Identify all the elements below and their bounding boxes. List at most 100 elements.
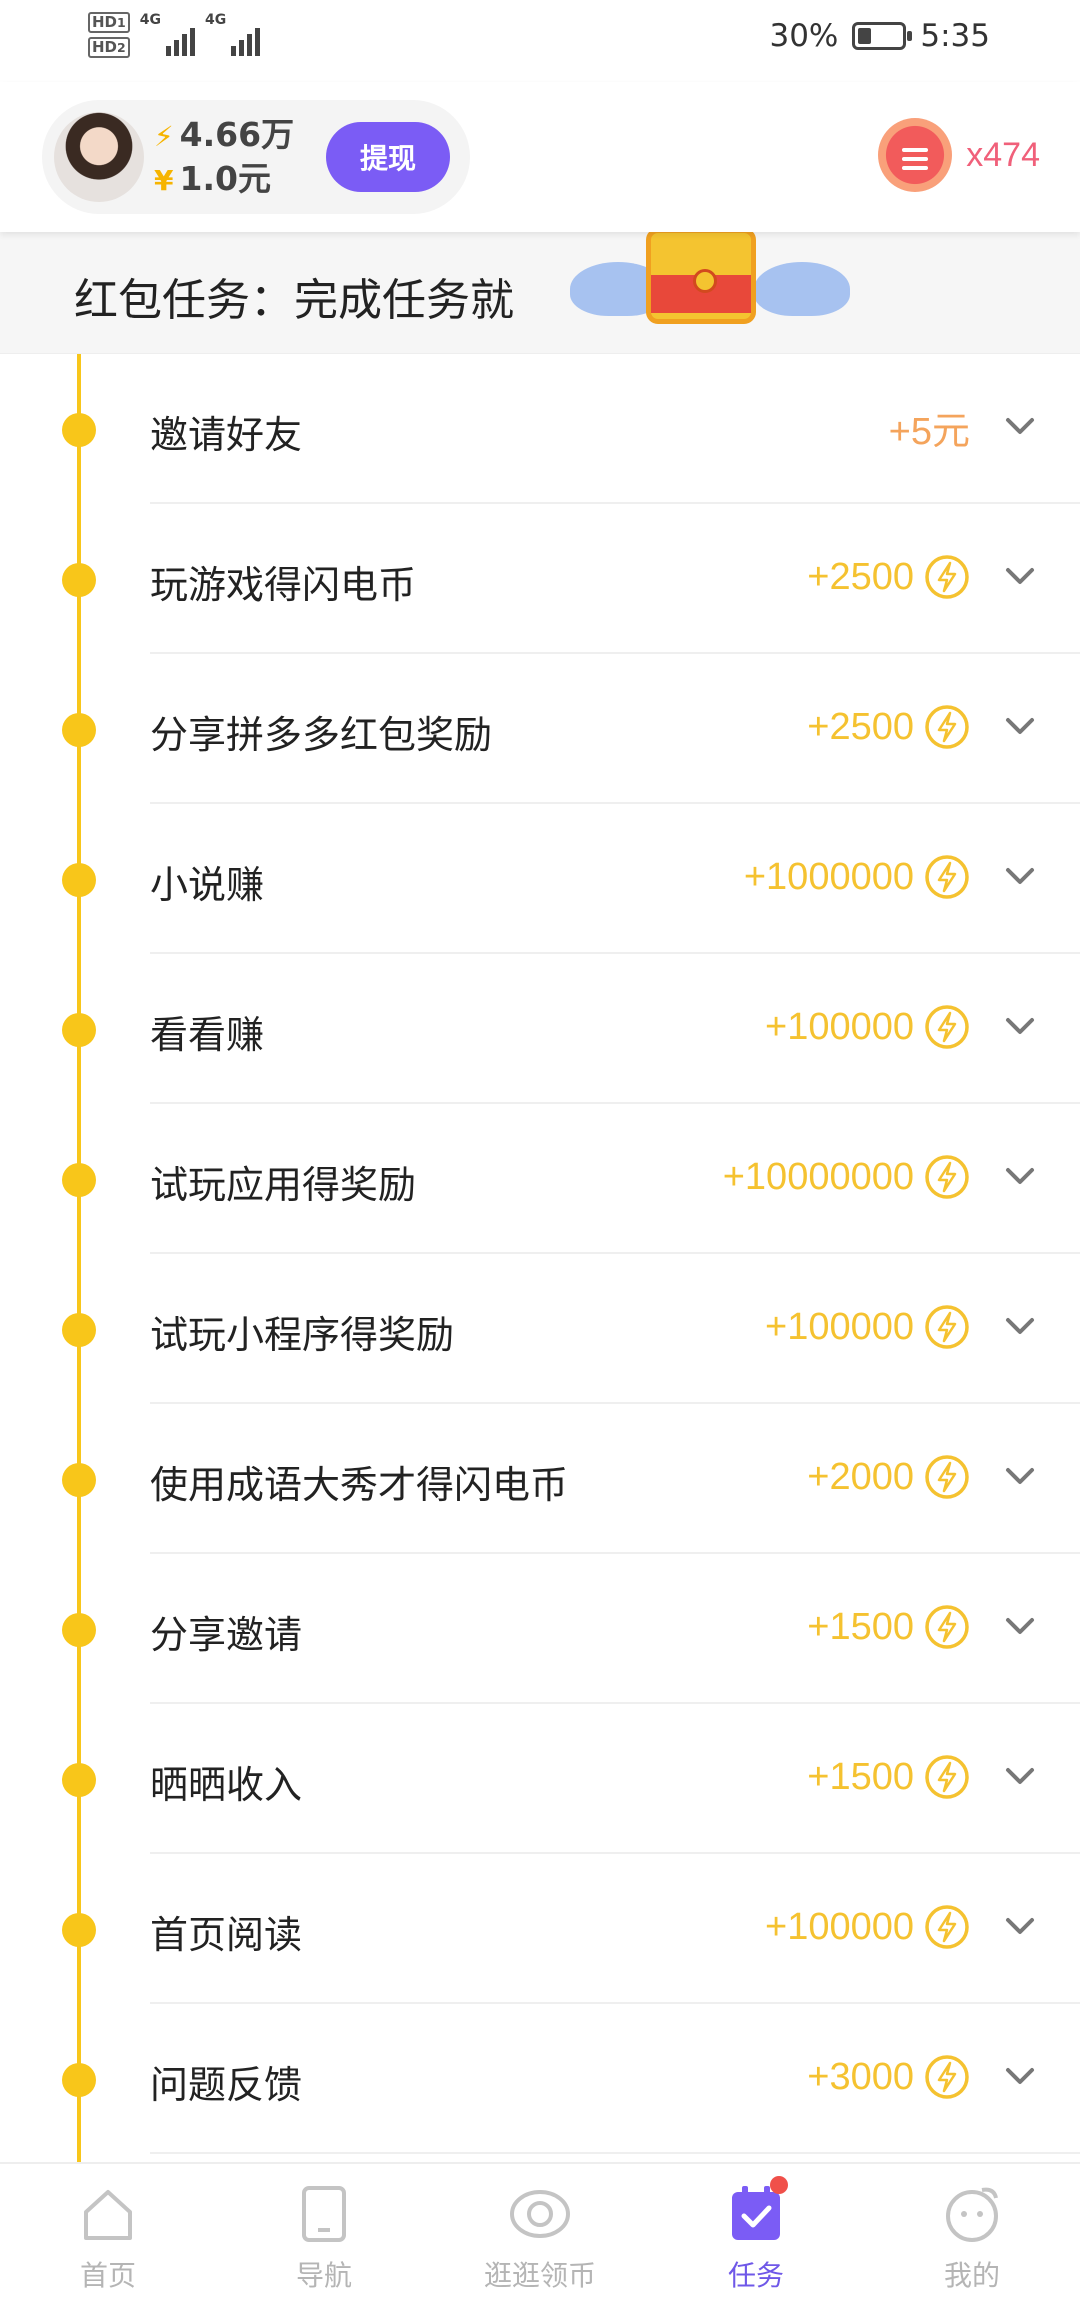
banner-title: 红包任务：完成任务就 xyxy=(74,275,514,326)
timeline-dot xyxy=(62,1763,96,1797)
clock: 5:35 xyxy=(920,18,990,54)
reward-value: +2500 xyxy=(807,705,914,748)
task-row[interactable]: 邀请好友 +5元 xyxy=(0,354,1080,504)
task-name: 邀请好友 xyxy=(150,413,303,457)
balance: ⚡ 4.66万 ¥1.0元 xyxy=(154,114,294,202)
nav-item-browse-coins[interactable]: 逛逛领币 xyxy=(432,2164,648,2312)
flying-treasure-chest-icon[interactable] xyxy=(570,228,850,332)
task-reward: +1500 xyxy=(807,1602,970,1652)
nav-item-navigation[interactable]: 导航 xyxy=(216,2164,432,2312)
chevron-down-icon[interactable] xyxy=(1002,408,1038,444)
cash-balance: ¥1.0元 xyxy=(154,159,271,198)
sim-badges: HD1 HD2 xyxy=(88,12,130,58)
eye-icon xyxy=(510,2190,570,2238)
task-row[interactable]: 小说赚 +1000000 xyxy=(0,804,1080,954)
task-row[interactable]: 分享邀请 +1500 xyxy=(0,1554,1080,1704)
reward-value: +1500 xyxy=(807,1755,914,1798)
status-bar: HD1 HD2 4G 4G 30% 5:35 xyxy=(0,0,1080,82)
reward-value: +100000 xyxy=(765,1005,914,1048)
lightning-coin-icon xyxy=(925,1905,969,1949)
status-right: 30% 5:35 xyxy=(769,18,990,54)
chevron-down-icon[interactable] xyxy=(1002,1758,1038,1794)
nav-item-home[interactable]: 首页 xyxy=(0,2164,216,2312)
box-count: x474 xyxy=(966,135,1040,174)
task-row[interactable]: 试玩小程序得奖励 +100000 xyxy=(0,1254,1080,1404)
sim1-badge: HD1 xyxy=(88,12,130,33)
home-icon xyxy=(84,2190,132,2240)
chevron-down-icon[interactable] xyxy=(1002,1008,1038,1044)
signal-2-icon: 4G xyxy=(205,12,261,56)
chevron-down-icon[interactable] xyxy=(1002,858,1038,894)
task-row[interactable]: 试玩应用得奖励 +10000000 xyxy=(0,1104,1080,1254)
notification-dot xyxy=(770,2176,788,2194)
lightning-coin-icon xyxy=(925,705,969,749)
chevron-down-icon[interactable] xyxy=(1002,1158,1038,1194)
reward-value: +5元 xyxy=(888,410,970,453)
chevron-down-icon[interactable] xyxy=(1002,1458,1038,1494)
lightning-coin-icon xyxy=(925,855,969,899)
task-reward: +100000 xyxy=(765,1902,970,1952)
lightning-coin-icon xyxy=(925,1305,969,1349)
task-row[interactable]: 首页阅读 +100000 xyxy=(0,1854,1080,2004)
lightning-coin-icon xyxy=(925,1605,969,1649)
lightning-coin-icon xyxy=(925,1155,969,1199)
task-name: 使用成语大秀才得闪电币 xyxy=(150,1463,569,1507)
chevron-down-icon[interactable] xyxy=(1002,2058,1038,2094)
timeline-dot xyxy=(62,1613,96,1647)
bottom-nav: 首页 导航 逛逛领币 任务 我的 xyxy=(0,2162,1080,2312)
task-name: 看看赚 xyxy=(150,1013,265,1057)
chevron-down-icon[interactable] xyxy=(1002,558,1038,594)
reward-value: +100000 xyxy=(765,1905,914,1948)
task-name: 首页阅读 xyxy=(150,1913,303,1957)
task-name: 分享邀请 xyxy=(150,1613,303,1657)
sim2-badge: HD2 xyxy=(88,37,130,58)
battery-percent: 30% xyxy=(769,18,839,54)
nav-item-tasks[interactable]: 任务 xyxy=(648,2164,864,2312)
chevron-down-icon[interactable] xyxy=(1002,1308,1038,1344)
lightning-coin-icon xyxy=(925,2055,969,2099)
reward-value: +10000000 xyxy=(722,1155,914,1198)
lightning-coin-icon xyxy=(925,1455,969,1499)
treasure-box-badge[interactable]: x474 xyxy=(878,118,1040,192)
timeline-dot xyxy=(62,563,96,597)
task-reward: +5元 xyxy=(888,402,970,453)
row-divider xyxy=(150,2152,1080,2154)
timeline-dot xyxy=(62,713,96,747)
task-row[interactable]: 使用成语大秀才得闪电币 +2000 xyxy=(0,1404,1080,1554)
signal-1-icon: 4G xyxy=(140,12,195,56)
header: ⚡ 4.66万 ¥1.0元 提现 x474 xyxy=(0,82,1080,232)
timeline-dot xyxy=(62,863,96,897)
chevron-down-icon[interactable] xyxy=(1002,708,1038,744)
reward-value: +2000 xyxy=(807,1455,914,1498)
task-reward: +10000000 xyxy=(723,1152,970,1202)
chevron-down-icon[interactable] xyxy=(1002,1908,1038,1944)
task-reward: +1000000 xyxy=(744,852,970,902)
sim-indicators: HD1 HD2 4G 4G xyxy=(88,12,261,58)
task-row[interactable]: 分享拼多多红包奖励 +2500 xyxy=(0,654,1080,804)
task-name: 晒晒收入 xyxy=(150,1763,303,1807)
lightning-coin-icon xyxy=(925,1755,969,1799)
chest-body xyxy=(646,228,756,324)
chevron-down-icon[interactable] xyxy=(1002,1608,1038,1644)
task-reward: +100000 xyxy=(765,1002,970,1052)
reward-value: +1000000 xyxy=(743,855,914,898)
task-row[interactable]: 晒晒收入 +1500 xyxy=(0,1704,1080,1854)
task-row[interactable]: 玩游戏得闪电币 +2500 xyxy=(0,504,1080,654)
timeline-dot xyxy=(62,1163,96,1197)
task-reward: +2500 xyxy=(807,702,970,752)
nav-item-me[interactable]: 我的 xyxy=(864,2164,1080,2312)
task-row[interactable]: 看看赚 +100000 xyxy=(0,954,1080,1104)
user-card: ⚡ 4.66万 ¥1.0元 提现 xyxy=(42,100,470,214)
task-name: 玩游戏得闪电币 xyxy=(150,563,417,607)
reward-value: +100000 xyxy=(765,1305,914,1348)
avatar[interactable] xyxy=(54,112,144,202)
task-name: 分享拼多多红包奖励 xyxy=(150,713,493,757)
tablet-icon xyxy=(302,2186,346,2242)
coin-balance: ⚡ 4.66万 xyxy=(154,115,295,154)
withdraw-button[interactable]: 提现 xyxy=(326,122,450,192)
reward-value: +3000 xyxy=(807,2055,914,2098)
task-name: 试玩应用得奖励 xyxy=(150,1163,417,1207)
task-row[interactable]: 问题反馈 +3000 xyxy=(0,2004,1080,2154)
timeline-dot xyxy=(62,1013,96,1047)
task-banner: 红包任务：完成任务就 xyxy=(0,228,1080,354)
